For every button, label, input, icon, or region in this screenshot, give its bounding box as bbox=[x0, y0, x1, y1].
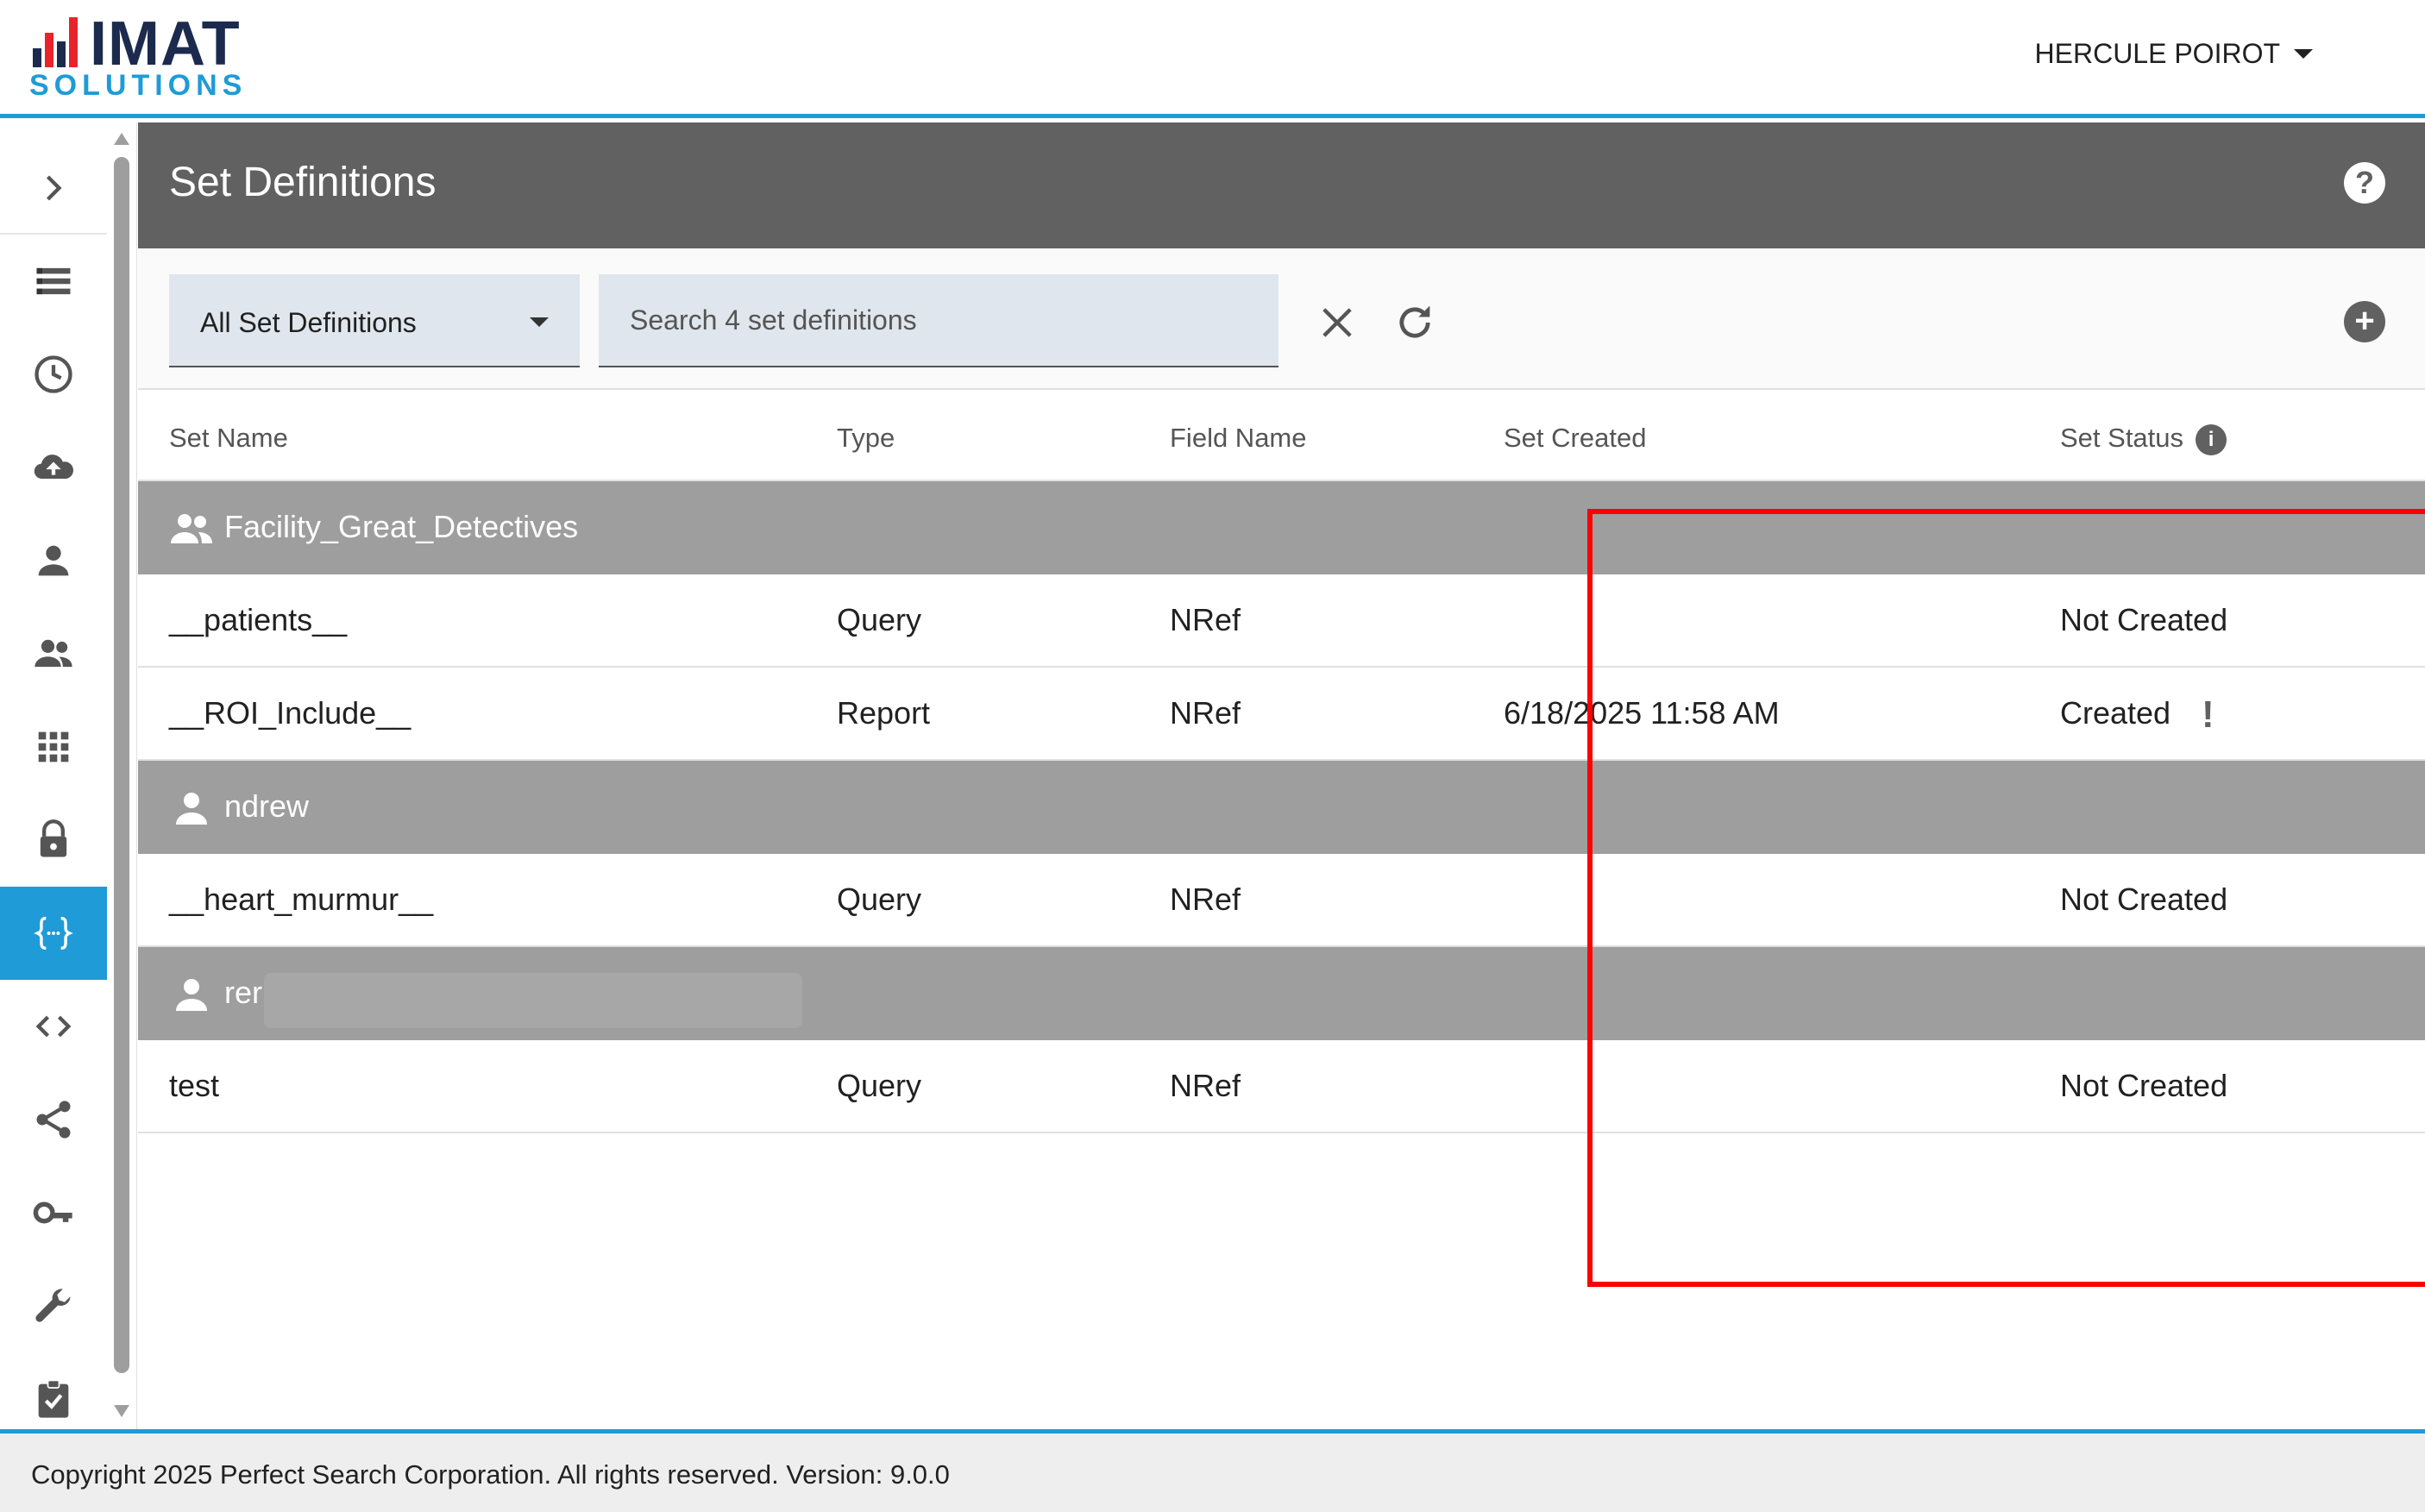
header-field-name[interactable]: Field Name bbox=[1170, 423, 1307, 454]
set-status-cell: Not Created bbox=[2060, 1068, 2228, 1103]
wrench-icon bbox=[35, 1289, 71, 1322]
sidebar-item-history[interactable] bbox=[0, 328, 107, 421]
set-name-cell: __patients__ bbox=[169, 602, 348, 637]
set-status-cell: Not Created bbox=[2060, 881, 2228, 917]
redaction-block bbox=[264, 973, 802, 1028]
sidebar-item-keys[interactable] bbox=[0, 1166, 107, 1259]
header-set-status-label: Set Status bbox=[2060, 423, 2184, 453]
set-name-cell: test bbox=[169, 1068, 220, 1103]
caret-down-icon bbox=[2294, 49, 2313, 59]
sidebar-item-set-definitions[interactable] bbox=[0, 887, 107, 980]
toolbar: All Set Definitions + bbox=[138, 248, 2425, 390]
scroll-down-arrow-icon[interactable] bbox=[114, 1405, 129, 1417]
table-row[interactable]: __heart_murmur__ Query NRef Not Created bbox=[138, 854, 2425, 947]
set-status-cell: Not Created bbox=[2060, 602, 2228, 637]
apps-grid-icon bbox=[38, 731, 69, 762]
braces-icon bbox=[34, 916, 73, 950]
sidebar-item-apps[interactable] bbox=[0, 700, 107, 794]
sidebar bbox=[0, 122, 107, 1429]
refresh-icon[interactable] bbox=[1392, 300, 1437, 345]
sidebar-item-code[interactable] bbox=[0, 980, 107, 1073]
search-input[interactable] bbox=[599, 274, 1278, 367]
logo-word: IMAT bbox=[90, 9, 241, 78]
clear-search-icon[interactable] bbox=[1315, 300, 1360, 345]
clipboard-check-icon bbox=[38, 1379, 69, 1418]
header-set-status[interactable]: Set Status i bbox=[2060, 423, 2227, 455]
group-icon bbox=[35, 639, 72, 668]
person-icon bbox=[176, 979, 207, 1011]
person-icon bbox=[38, 545, 69, 576]
logo-subtitle: SOLUTIONS bbox=[29, 69, 248, 102]
set-filter-value: All Set Definitions bbox=[200, 307, 417, 338]
group-row: Facility_Great_Detectives bbox=[138, 481, 2425, 574]
group-row: rer bbox=[138, 947, 2425, 1040]
cloud-upload-icon bbox=[34, 455, 73, 480]
set-created-cell: 6/18/2025 11:58 AM bbox=[1504, 695, 1780, 731]
group-name: ndrew bbox=[224, 788, 310, 824]
add-set-definition-button[interactable]: + bbox=[2344, 301, 2385, 342]
dropdown-caret-icon bbox=[530, 317, 549, 327]
clock-icon bbox=[35, 355, 72, 393]
group-row: ndrew bbox=[138, 761, 2425, 854]
sidebar-item-share[interactable] bbox=[0, 1073, 107, 1166]
group-name: Facility_Great_Detectives bbox=[224, 509, 579, 544]
field-name-cell: NRef bbox=[1170, 695, 1241, 731]
field-name-cell: NRef bbox=[1170, 881, 1241, 917]
info-icon[interactable]: i bbox=[2196, 423, 2227, 455]
field-name-cell: NRef bbox=[1170, 602, 1241, 637]
sidebar-item-user[interactable] bbox=[0, 514, 107, 607]
sidebar-item-groups[interactable] bbox=[0, 607, 107, 700]
type-cell: Query bbox=[837, 1068, 922, 1103]
sidebar-item-tools[interactable] bbox=[0, 1259, 107, 1352]
field-name-cell: NRef bbox=[1170, 1068, 1241, 1103]
set-definitions-table: Set Name Type Field Name Set Created Set… bbox=[138, 390, 2425, 1133]
logo-bars-icon bbox=[29, 14, 90, 67]
scroll-thumb[interactable] bbox=[114, 157, 129, 1373]
footer: Copyright 2025 Perfect Search Corporatio… bbox=[0, 1429, 2425, 1512]
set-status-cell: Created bbox=[2060, 695, 2171, 731]
list-icon bbox=[36, 267, 71, 295]
sidebar-item-security[interactable] bbox=[0, 794, 107, 887]
table-row[interactable]: test Query NRef Not Created bbox=[138, 1040, 2425, 1133]
sidebar-item-list[interactable] bbox=[0, 235, 107, 328]
user-name: HERCULE POIROT bbox=[2034, 38, 2280, 69]
set-filter-select[interactable]: All Set Definitions bbox=[169, 274, 580, 367]
header-type[interactable]: Type bbox=[837, 423, 895, 454]
group-name: rer bbox=[224, 975, 262, 1010]
table-header-row: Set Name Type Field Name Set Created Set… bbox=[138, 390, 2425, 481]
footer-copyright: Copyright 2025 Perfect Search Corporatio… bbox=[31, 1459, 950, 1490]
page-title: Set Definitions bbox=[169, 160, 437, 205]
header-set-created[interactable]: Set Created bbox=[1504, 423, 1646, 454]
set-name-cell: __heart_murmur__ bbox=[169, 881, 434, 917]
share-icon bbox=[36, 1101, 71, 1139]
sidebar-scrollbar[interactable] bbox=[107, 122, 137, 1429]
top-bar: IMAT SOLUTIONS HERCULE POIROT bbox=[0, 0, 2425, 118]
person-icon bbox=[176, 793, 207, 825]
sidebar-expand-button[interactable] bbox=[0, 141, 107, 235]
key-icon bbox=[33, 1201, 72, 1224]
main-content: Set Definitions ? All Set Definitions + … bbox=[138, 122, 2425, 1429]
type-cell: Report bbox=[837, 695, 931, 731]
code-icon bbox=[35, 1015, 72, 1038]
type-cell: Query bbox=[837, 602, 922, 637]
chevron-right-icon bbox=[46, 175, 62, 201]
user-menu[interactable]: HERCULE POIROT bbox=[2035, 38, 2313, 70]
type-cell: Query bbox=[837, 881, 922, 917]
help-icon[interactable]: ? bbox=[2344, 162, 2385, 204]
imat-solutions-logo[interactable]: IMAT SOLUTIONS bbox=[29, 9, 280, 102]
header-set-name[interactable]: Set Name bbox=[169, 423, 288, 454]
scroll-up-arrow-icon[interactable] bbox=[114, 133, 129, 145]
title-bar: Set Definitions ? bbox=[138, 122, 2425, 248]
table-row[interactable]: __ROI_Include__ Report NRef 6/18/2025 11… bbox=[138, 668, 2425, 761]
sidebar-item-upload[interactable] bbox=[0, 421, 107, 514]
warning-icon[interactable]: ! bbox=[2202, 693, 2215, 737]
lock-icon bbox=[40, 819, 67, 857]
group-icon bbox=[171, 514, 212, 543]
table-row[interactable]: __patients__ Query NRef Not Created bbox=[138, 574, 2425, 668]
set-name-cell: __ROI_Include__ bbox=[169, 695, 411, 731]
